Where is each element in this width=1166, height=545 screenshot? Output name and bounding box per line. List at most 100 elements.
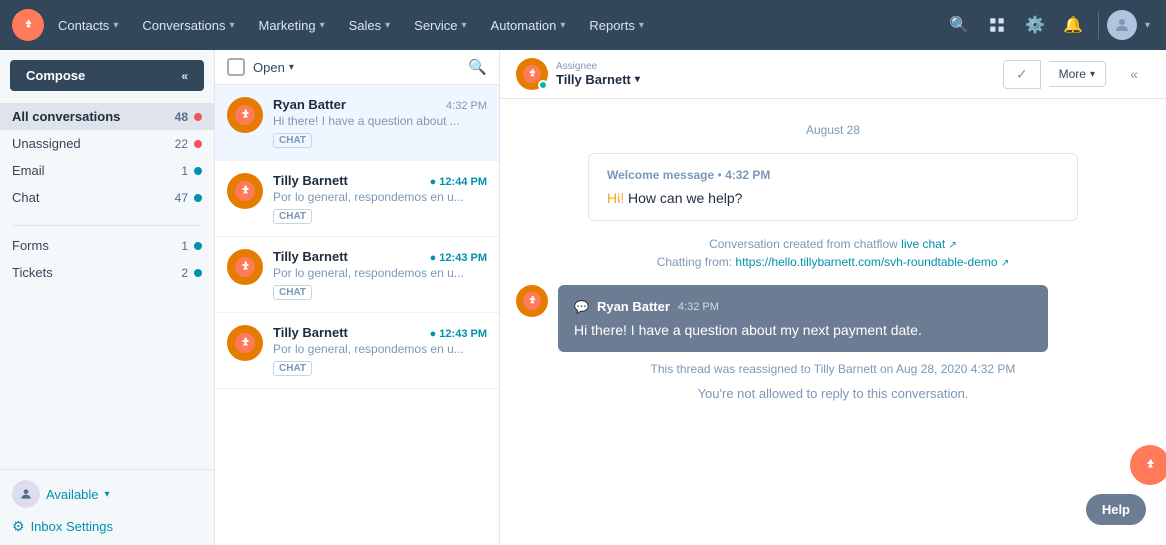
main-layout: Compose « All conversations 48 Unassigne… [0,50,1166,545]
unassigned-dot [194,140,202,148]
assignee-info: Assignee Tilly Barnett ▾ [556,61,640,87]
sidebar-separator [12,225,202,226]
nav-contacts[interactable]: Contacts ▾ [48,12,128,39]
chat-messages: August 28 Welcome message • 4:32 PM Hi! … [500,99,1166,545]
contacts-caret-icon: ▾ [113,20,118,31]
conv-item-tilly-2[interactable]: Tilly Barnett ● 12:43 PM Por lo general,… [215,237,499,313]
conversation-items: Ryan Batter 4:32 PM Hi there! I have a q… [215,85,499,545]
chatflow-info: Conversation created from chatflow live … [516,237,1150,251]
availability-button[interactable]: Available ▾ [12,480,202,508]
conv-avatar-ryan [227,97,263,133]
user-msg-bubble-area: 💬 Ryan Batter 4:32 PM Hi there! I have a… [558,285,1150,352]
conversation-list: Open ▾ 🔍 Ryan Batter 4:32 PM [215,50,500,545]
conv-item-tilly-1[interactable]: Tilly Barnett ● 12:44 PM Por lo general,… [215,161,499,237]
email-dot [194,167,202,175]
secondary-nav-section: Forms 1 Tickets 2 [0,232,214,294]
nav-service[interactable]: Service ▾ [404,12,476,39]
service-caret-icon: ▾ [462,20,467,31]
external-link-icon: ↗ [949,240,957,251]
more-button[interactable]: More ▾ [1049,61,1106,87]
sidebar-item-tickets[interactable]: Tickets 2 [0,259,214,286]
assignee-name-btn[interactable]: Tilly Barnett ▾ [556,72,640,87]
nav-conversations[interactable]: Conversations ▾ [132,12,244,39]
conv-body-tilly-3: Tilly Barnett ● 12:43 PM Por lo general,… [273,325,487,376]
sidebar-nav: All conversations 48 Unassigned 22 Email… [0,99,214,469]
welcome-message-title: Welcome message • 4:32 PM [607,168,1059,182]
online-status-dot [538,80,548,90]
conv-body-tilly-1: Tilly Barnett ● 12:44 PM Por lo general,… [273,173,487,224]
conv-item-ryan-batter[interactable]: Ryan Batter 4:32 PM Hi there! I have a q… [215,85,499,161]
marketplace-icon-btn[interactable] [980,8,1014,42]
conv-item-tilly-3[interactable]: Tilly Barnett ● 12:43 PM Por lo general,… [215,313,499,389]
chat-tag-ryan: CHAT [273,133,312,148]
header-actions: ✓ More ▾ [1003,60,1106,89]
date-divider: August 28 [516,123,1150,137]
chat-main: Assignee Tilly Barnett ▾ ✓ More ▾ « Augu… [500,50,1166,545]
right-panel-collapse-button[interactable]: « [1118,58,1150,90]
search-icon-btn[interactable]: 🔍 [942,8,976,42]
message-chat-icon: 💬 [574,300,589,314]
conv-search-button[interactable]: 🔍 [468,58,487,76]
chat-dot [194,194,202,202]
availability-avatar [12,480,40,508]
user-msg-avatar [516,285,548,317]
hubspot-float-button[interactable] [1130,445,1166,485]
user-menu-caret[interactable]: ▾ [1141,20,1154,31]
select-all-checkbox[interactable] [227,58,245,76]
nav-reports[interactable]: Reports ▾ [579,12,654,39]
main-nav-section: All conversations 48 Unassigned 22 Email… [0,103,214,219]
sidebar-item-chat[interactable]: Chat 47 [0,184,214,211]
user-avatar[interactable] [1107,10,1137,40]
notifications-icon-btn[interactable]: 🔔 [1056,8,1090,42]
sidebar-item-email[interactable]: Email 1 [0,157,214,184]
tickets-dot [194,269,202,277]
conv-avatar-tilly-1 [227,173,263,209]
not-allowed-notice: You're not allowed to reply to this conv… [516,386,1150,401]
hubspot-logo[interactable] [12,9,44,41]
chat-tag-tilly-1: CHAT [273,209,312,224]
reassign-notice: This thread was reassigned to Tilly Barn… [516,362,1150,376]
top-nav: Contacts ▾ Conversations ▾ Marketing ▾ S… [0,0,1166,50]
sales-caret-icon: ▾ [385,20,390,31]
nav-marketing[interactable]: Marketing ▾ [248,12,334,39]
collapse-icon: « [181,69,188,83]
more-caret-icon: ▾ [1090,69,1095,80]
sidebar-item-unassigned[interactable]: Unassigned 22 [0,130,214,157]
automation-caret-icon: ▾ [560,20,565,31]
assignee-block: Assignee Tilly Barnett ▾ [516,58,640,90]
conv-avatar-tilly-2 [227,249,263,285]
chat-tag-tilly-2: CHAT [273,285,312,300]
assignee-avatar [516,58,548,90]
check-button[interactable]: ✓ [1003,60,1041,89]
conv-body-ryan: Ryan Batter 4:32 PM Hi there! I have a q… [273,97,487,148]
left-sidebar: Compose « All conversations 48 Unassigne… [0,50,215,545]
forms-dot [194,242,202,250]
user-message-text: Hi there! I have a question about my nex… [574,322,1032,338]
conv-body-tilly-2: Tilly Barnett ● 12:43 PM Por lo general,… [273,249,487,300]
chatflow-link[interactable]: live chat ↗ [901,237,957,251]
filter-caret-icon: ▾ [289,62,294,73]
help-button[interactable]: Help [1086,494,1146,525]
user-message-row: 💬 Ryan Batter 4:32 PM Hi there! I have a… [516,285,1150,352]
reports-caret-icon: ▾ [639,20,644,31]
nav-sales[interactable]: Sales ▾ [339,12,401,39]
filter-open-button[interactable]: Open ▾ [253,60,294,75]
user-message-bubble: 💬 Ryan Batter 4:32 PM Hi there! I have a… [558,285,1048,352]
available-caret-icon: ▾ [105,489,110,500]
chat-tag-tilly-3: CHAT [273,361,312,376]
sidebar-item-forms[interactable]: Forms 1 [0,232,214,259]
nav-divider [1098,11,1099,39]
welcome-message-card: Welcome message • 4:32 PM Hi! How can we… [588,153,1078,221]
chatting-from: Chatting from: https://hello.tillybarnet… [516,255,1150,269]
inbox-settings-button[interactable]: ⚙ Inbox Settings [12,518,202,535]
marketing-caret-icon: ▾ [320,20,325,31]
settings-icon-btn[interactable]: ⚙️ [1018,8,1052,42]
all-conversations-dot [194,113,202,121]
chatting-from-link[interactable]: https://hello.tillybarnett.com/svh-round… [735,255,1009,269]
settings-gear-icon: ⚙ [12,518,25,535]
sidebar-item-all-conversations[interactable]: All conversations 48 [0,103,214,130]
nav-automation[interactable]: Automation ▾ [481,12,576,39]
conv-list-header: Open ▾ 🔍 [215,50,499,85]
assignee-caret-icon: ▾ [635,74,640,85]
compose-button[interactable]: Compose « [10,60,204,91]
